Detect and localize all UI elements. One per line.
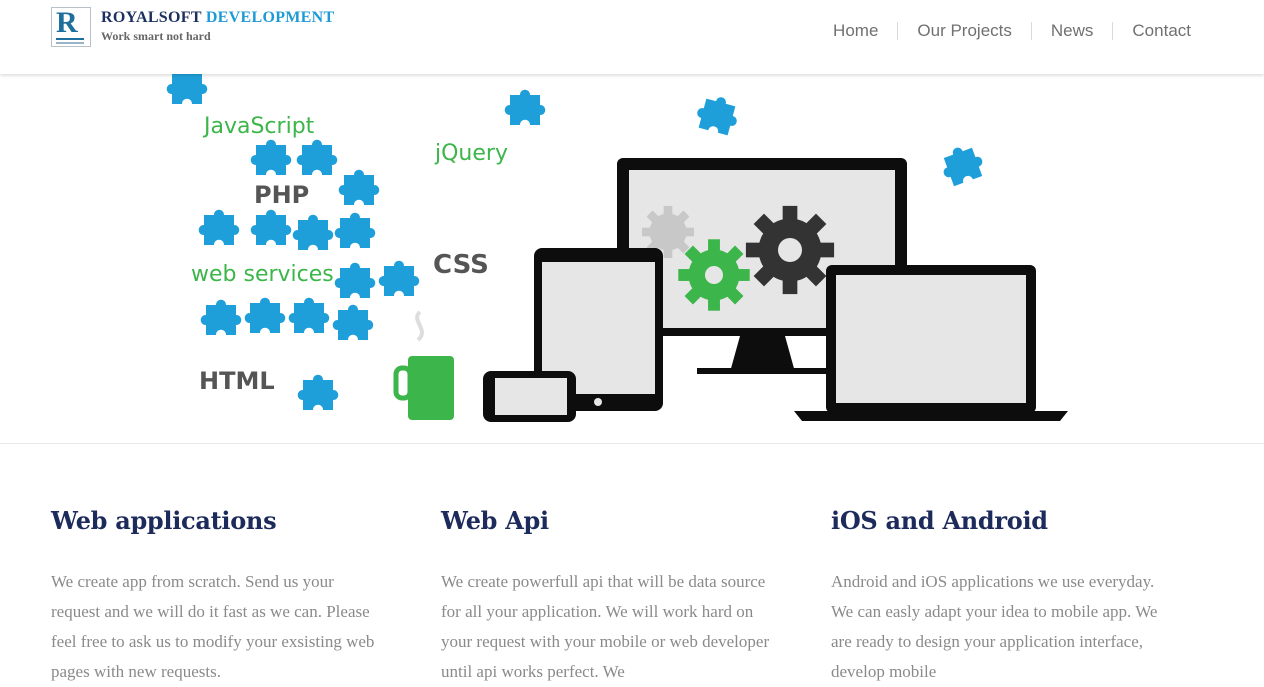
hero-divider [0, 443, 1264, 444]
label-css: CSS [433, 250, 489, 280]
feature-web-api: Web Api We create powerfull api that wil… [441, 506, 771, 687]
hero-banner: JavaScript jQuery PHP CSS web services H… [0, 74, 1264, 444]
phone-icon [483, 371, 576, 422]
label-javascript: JavaScript [202, 114, 315, 139]
feature-title: Web Api [441, 506, 549, 535]
laptop-icon [794, 265, 1068, 421]
feature-title: Web applications [51, 506, 277, 535]
main-nav: Home Our Projects News Contact [814, 22, 1191, 40]
coffee-cup-icon [393, 310, 454, 420]
nav-home[interactable]: Home [814, 22, 897, 40]
label-jquery: jQuery [434, 141, 508, 166]
feature-text: We create powerfull api that will be dat… [441, 572, 770, 681]
logo-letter: R [56, 6, 78, 39]
label-web-services: web services [191, 262, 334, 287]
site-header: R ROYALSOFT DEVELOPMENT Work smart not h… [0, 0, 1264, 74]
feature-title: iOS and Android [831, 506, 1048, 535]
feature-text: We create app from scratch. Send us your… [51, 572, 375, 681]
hero-illustration: JavaScript jQuery PHP CSS web services H… [166, 74, 1068, 422]
logo[interactable]: R [51, 6, 91, 47]
feature-ios-android: iOS and Android Android and iOS applicat… [831, 506, 1161, 687]
feature-web-applications: Web applications We create app from scra… [51, 506, 381, 687]
brand-name-part2: DEVELOPMENT [205, 9, 335, 26]
nav-our-projects[interactable]: Our Projects [897, 22, 1030, 40]
logo-subline [56, 42, 84, 44]
brand-tagline: Work smart not hard [101, 29, 211, 43]
feature-text: Android and iOS applications we use ever… [831, 572, 1158, 681]
label-php: PHP [254, 181, 309, 209]
nav-news[interactable]: News [1030, 22, 1113, 40]
logo-underline [56, 38, 84, 40]
label-html: HTML [199, 367, 275, 395]
brand-name[interactable]: ROYALSOFT DEVELOPMENT [101, 9, 334, 27]
nav-contact[interactable]: Contact [1112, 22, 1191, 40]
brand-name-part1: ROYALSOFT [101, 9, 202, 26]
